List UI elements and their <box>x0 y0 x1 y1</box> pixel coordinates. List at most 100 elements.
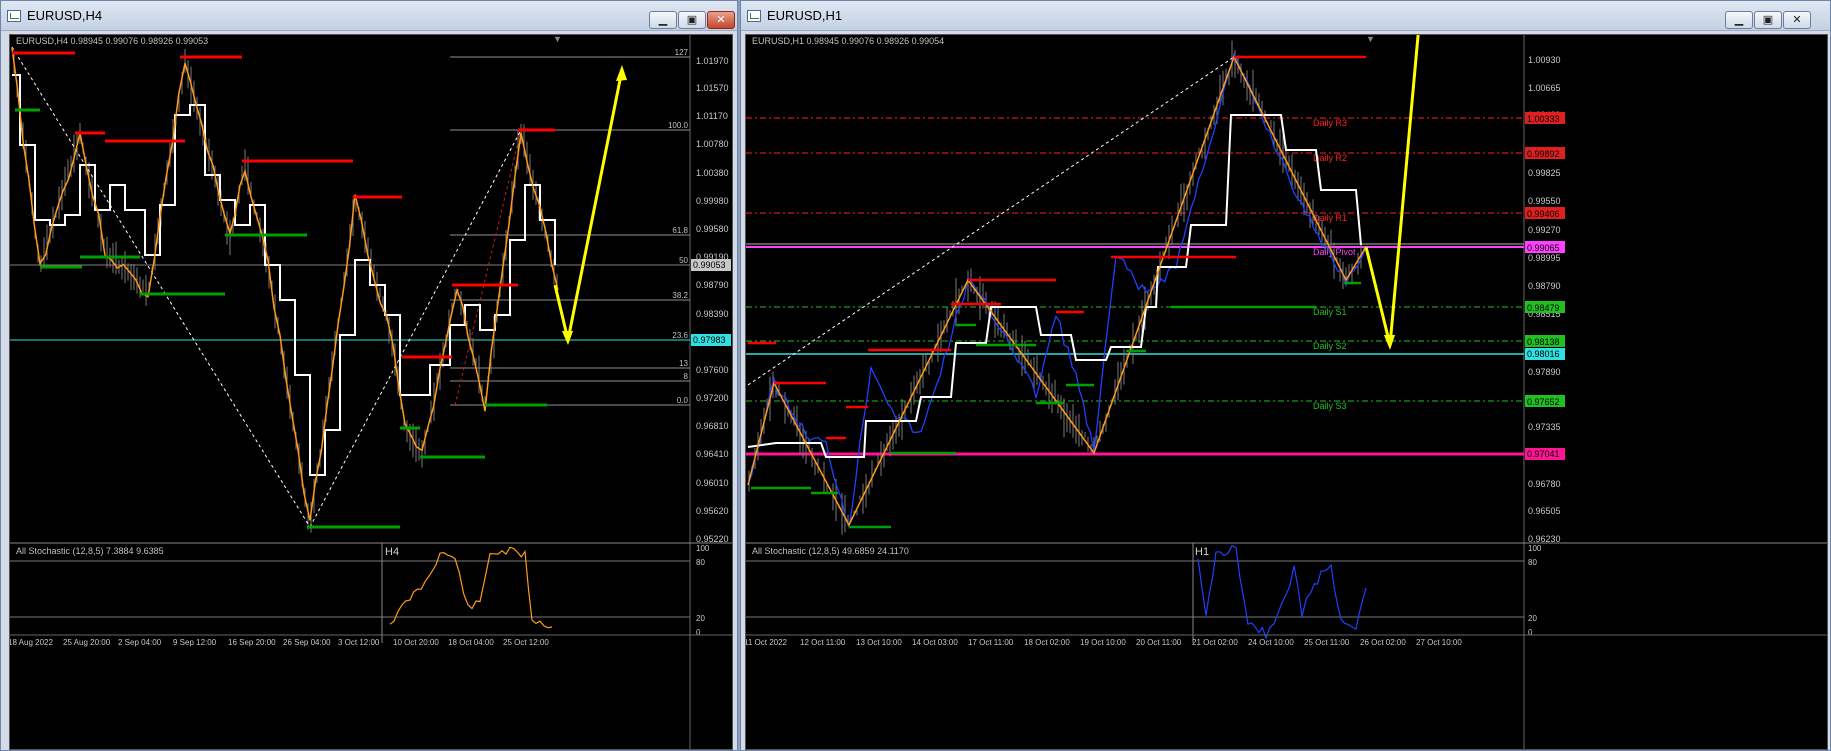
oscillator-header: All Stochastic (12,8,5) 7.3884 9.6385 <box>16 546 164 556</box>
time-tick-label: 14 Oct 03:00 <box>912 638 958 647</box>
price-tick-label: 0.96010 <box>696 478 729 488</box>
time-tick-label: 11 Oct 2022 <box>746 638 788 647</box>
chart-window-eurusd-h1[interactable]: EURUSD,H1 ▁ ▣ ✕ EURUSD,H1 0.98945 0.9907… <box>740 0 1831 751</box>
pivot-price-label: 0.98479 <box>1527 303 1560 313</box>
oscillator-scale-label: 100 <box>696 544 710 553</box>
title-bar[interactable]: EURUSD,H1 ▁ ▣ ✕ <box>741 1 1830 31</box>
fib-level-label: 61.8 <box>672 226 688 235</box>
window-title: EURUSD,H1 <box>767 8 843 23</box>
oscillator-scale-label: 80 <box>1528 558 1537 567</box>
chart-window-eurusd-h4[interactable]: EURUSD,H4 ▁ ▣ ✕ EURUSD,H4 0.98945 0.9907… <box>0 0 738 751</box>
oscillator-header: All Stochastic (12,8,5) 49.6859 24.1170 <box>752 546 909 556</box>
window-title: EURUSD,H4 <box>27 8 103 23</box>
price-tick-label: 0.96410 <box>696 449 729 459</box>
time-tick-label: 2 Sep 04:00 <box>118 638 162 647</box>
restore-icon[interactable]: ▣ <box>1754 11 1782 29</box>
price-tick-label: 1.00780 <box>696 139 729 149</box>
time-tick-label: 25 Oct 12:00 <box>503 638 549 647</box>
time-tick-label: 20 Oct 11:00 <box>1136 638 1182 647</box>
pivot-price-label: 0.99406 <box>1527 209 1560 219</box>
pivot-level-label: Daily S3 <box>1313 401 1347 411</box>
price-tick-label: 0.96505 <box>1528 506 1561 516</box>
scroll-arrow-icon: ▼ <box>553 35 562 44</box>
pivot-price-label: 0.99065 <box>1527 243 1560 253</box>
oscillator-scale-label: 20 <box>696 614 705 623</box>
oscillator-scale-label: 0 <box>696 628 701 637</box>
time-tick-label: 24 Oct 10:00 <box>1248 638 1294 647</box>
time-tick-label: 19 Oct 10:00 <box>1080 638 1126 647</box>
minimize-icon[interactable]: ▁ <box>649 11 677 29</box>
price-tick-label: 0.97890 <box>1528 367 1561 377</box>
time-tick-label: 17 Oct 11:00 <box>968 638 1014 647</box>
price-tick-label: 1.01970 <box>696 56 729 66</box>
close-icon[interactable]: ✕ <box>1783 11 1811 29</box>
time-tick-label: 26 Sep 04:00 <box>283 638 331 647</box>
symbol-header: EURUSD,H1 0.98945 0.99076 0.98926 0.9905… <box>752 36 944 46</box>
time-tick-label: 18 Aug 2022 <box>10 638 53 647</box>
price-tick-label: 0.96780 <box>1528 479 1561 489</box>
price-tick-label: 1.00930 <box>1528 55 1561 65</box>
price-tick-label: 0.98790 <box>696 280 729 290</box>
symbol-header: EURUSD,H4 0.98945 0.99076 0.98926 0.9905… <box>16 36 208 46</box>
h4-chart-canvas[interactable]: EURUSD,H4 0.98945 0.99076 0.98926 0.9905… <box>10 35 733 750</box>
time-tick-label: 21 Oct 02:00 <box>1192 638 1238 647</box>
time-tick-label: 16 Sep 20:00 <box>228 638 276 647</box>
price-tick-label: 1.00380 <box>696 168 729 178</box>
cyan-price-label: 0.98016 <box>1527 349 1560 359</box>
pivot-price-label: 1.00333 <box>1527 114 1560 124</box>
time-tick-label: 3 Oct 12:00 <box>338 638 380 647</box>
restore-icon[interactable]: ▣ <box>678 11 706 29</box>
time-tick-label: 26 Oct 02:00 <box>1360 638 1406 647</box>
fib-level-label: 8 <box>684 372 689 381</box>
fib-level-label: 13 <box>679 359 688 368</box>
oscillator-tf-label: H4 <box>385 546 399 558</box>
pivot-price-label: 0.97652 <box>1527 397 1560 407</box>
time-tick-label: 12 Oct 11:00 <box>800 638 846 647</box>
pivot-price-label: 0.98138 <box>1527 337 1560 347</box>
cyan-price-label: 0.97983 <box>693 335 726 345</box>
price-tick-label: 0.98790 <box>1528 281 1561 291</box>
price-tick-label: 1.00665 <box>1528 83 1561 93</box>
magenta-price-label: 0.97041 <box>1527 449 1560 459</box>
price-tick-label: 0.98995 <box>1528 253 1561 263</box>
price-tick-label: 0.97200 <box>696 393 729 403</box>
pivot-level-label: Daily R3 <box>1313 118 1347 128</box>
oscillator-scale-label: 20 <box>1528 614 1537 623</box>
price-tick-label: 0.95620 <box>696 506 729 516</box>
time-tick-label: 18 Oct 02:00 <box>1024 638 1070 647</box>
oscillator-tf-label: H1 <box>1195 546 1209 558</box>
price-tick-label: 0.99980 <box>696 196 729 206</box>
price-tick-label: 0.97335 <box>1528 422 1561 432</box>
oscillator-scale-label: 0 <box>1528 628 1533 637</box>
chart-area[interactable]: EURUSD,H1 0.98945 0.99076 0.98926 0.9905… <box>745 34 1828 750</box>
close-icon[interactable]: ✕ <box>707 11 735 29</box>
time-tick-label: 27 Oct 10:00 <box>1416 638 1462 647</box>
time-tick-label: 9 Sep 12:00 <box>173 638 217 647</box>
time-tick-label: 13 Oct 10:00 <box>856 638 902 647</box>
price-tick-label: 0.99550 <box>1528 196 1561 206</box>
time-tick-label: 10 Oct 20:00 <box>393 638 439 647</box>
time-tick-label: 25 Oct 11:00 <box>1304 638 1350 647</box>
price-tick-label: 0.96810 <box>696 421 729 431</box>
scroll-arrow-icon: ▼ <box>1366 35 1375 44</box>
pivot-price-label: 0.99892 <box>1527 149 1560 159</box>
h1-chart-canvas[interactable]: EURUSD,H1 0.98945 0.99076 0.98926 0.9905… <box>746 35 1828 750</box>
minimize-icon[interactable]: ▁ <box>1725 11 1753 29</box>
oscillator-scale-label: 100 <box>1528 544 1542 553</box>
title-bar[interactable]: EURUSD,H4 ▁ ▣ ✕ <box>1 1 737 31</box>
price-tick-label: 0.99270 <box>1528 225 1561 235</box>
fib-level-label: 100.0 <box>668 121 689 130</box>
oscillator-scale-label: 80 <box>696 558 705 567</box>
price-tick-label: 1.01570 <box>696 83 729 93</box>
fib-level-label: 127 <box>675 48 689 57</box>
pivot-level-label: Daily S2 <box>1313 341 1347 351</box>
price-tick-label: 0.99825 <box>1528 168 1561 178</box>
time-tick-label: 18 Oct 04:00 <box>448 638 494 647</box>
price-tick-label: 0.97600 <box>696 365 729 375</box>
chart-area[interactable]: EURUSD,H4 0.98945 0.99076 0.98926 0.9905… <box>9 34 733 750</box>
fib-level-label: 23.6 <box>672 331 688 340</box>
fib-level-label: 0.0 <box>677 396 689 405</box>
pivot-level-label: Daily S1 <box>1313 307 1347 317</box>
price-tick-label: 1.01170 <box>696 111 728 121</box>
pivot-level-label: Daily R1 <box>1313 213 1347 223</box>
